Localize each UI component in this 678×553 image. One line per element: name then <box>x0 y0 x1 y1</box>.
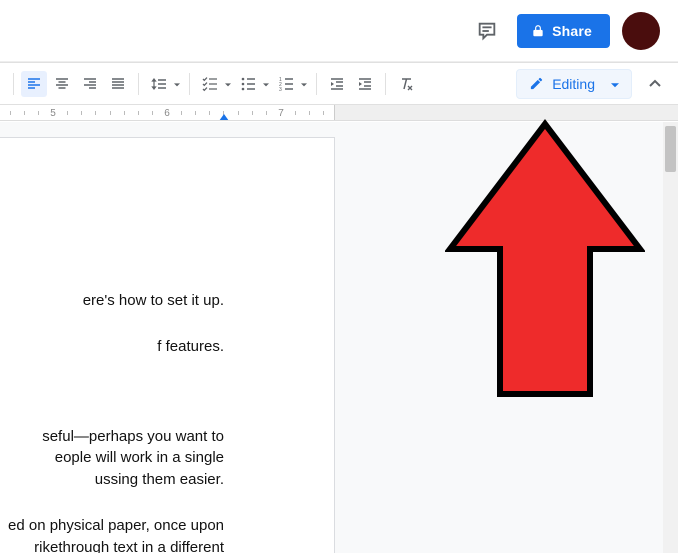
align-justify-icon <box>110 76 126 92</box>
document-page[interactable]: ere's how to set it up. f features. sefu… <box>0 137 335 553</box>
doc-text-line: rikethrough text in a different <box>0 537 334 553</box>
clear-formatting-icon <box>398 76 414 92</box>
align-right-button[interactable] <box>77 71 103 97</box>
vertical-scrollbar[interactable] <box>663 122 678 553</box>
scrollbar-thumb[interactable] <box>665 126 676 172</box>
bulleted-list-icon <box>240 76 256 92</box>
toolbar-separator <box>189 73 190 95</box>
bulleted-list-button[interactable] <box>235 71 271 97</box>
share-label: Share <box>552 23 592 39</box>
line-spacing-button[interactable] <box>146 71 182 97</box>
align-center-icon <box>54 76 70 92</box>
doc-text-line: ed on physical paper, once upon <box>0 515 334 537</box>
decrease-indent-button[interactable] <box>324 71 350 97</box>
toolbar-separator <box>138 73 139 95</box>
chevron-up-icon <box>647 76 663 92</box>
horizontal-ruler[interactable]: 5 6 7 <box>0 105 678 121</box>
align-justify-button[interactable] <box>105 71 131 97</box>
pencil-icon <box>529 76 544 91</box>
decrease-indent-icon <box>329 76 345 92</box>
doc-text-line: f features. <box>0 336 334 358</box>
clear-formatting-button[interactable] <box>393 71 419 97</box>
doc-text-line: seful—perhaps you want to <box>0 426 334 448</box>
checklist-button[interactable] <box>197 71 233 97</box>
margin-marker[interactable] <box>219 114 229 121</box>
ruler-tick-label: 5 <box>50 108 56 119</box>
numbered-list-icon: 1 2 3 <box>278 76 294 92</box>
checklist-icon <box>202 76 218 92</box>
collapse-toolbar-button[interactable] <box>640 69 670 99</box>
numbered-list-button[interactable]: 1 2 3 <box>273 71 309 97</box>
ruler-tick-label: 6 <box>164 108 170 119</box>
doc-text-line: ere's how to set it up. <box>0 290 334 312</box>
lock-icon <box>531 24 545 38</box>
toolbar-separator <box>13 73 14 95</box>
toolbar-separator <box>316 73 317 95</box>
mode-button[interactable]: Editing <box>516 69 632 99</box>
formatting-toolbar: 1 2 3 Editing <box>0 62 678 105</box>
share-button[interactable]: Share <box>517 14 610 48</box>
increase-indent-icon <box>357 76 373 92</box>
account-avatar[interactable] <box>622 12 660 50</box>
comment-icon <box>476 20 498 42</box>
doc-text-line: eople will work in a single <box>0 447 334 469</box>
increase-indent-button[interactable] <box>352 71 378 97</box>
ruler-tick-label: 7 <box>278 108 284 119</box>
comment-history-button[interactable] <box>469 13 505 49</box>
toolbar-separator <box>385 73 386 95</box>
align-center-button[interactable] <box>49 71 75 97</box>
align-left-icon <box>26 76 42 92</box>
line-spacing-icon <box>151 76 167 92</box>
header-bar: Share <box>0 0 678 62</box>
align-left-button[interactable] <box>21 71 47 97</box>
doc-text-line: ussing them easier. <box>0 469 334 491</box>
svg-text:3: 3 <box>279 87 282 92</box>
align-right-icon <box>82 76 98 92</box>
mode-label: Editing <box>552 76 595 92</box>
document-canvas: ere's how to set it up. f features. sefu… <box>0 122 678 553</box>
